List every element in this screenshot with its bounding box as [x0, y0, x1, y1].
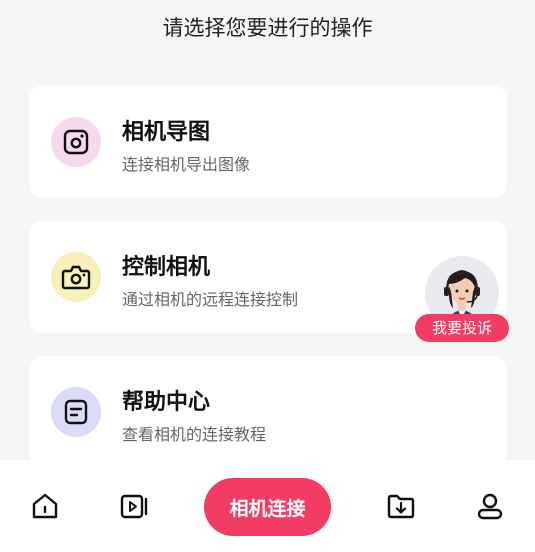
card-help-center[interactable]: 帮助中心 查看相机的连接教程: [30, 356, 506, 468]
card-subtitle: 通过相机的远程连接控制: [122, 290, 299, 309]
document-icon: [51, 387, 101, 437]
camera-icon: [51, 252, 101, 302]
home-icon[interactable]: [29, 490, 61, 522]
card-subtitle: 连接相机导出图像: [122, 155, 251, 174]
complaint-button[interactable]: 我要投诉: [415, 256, 509, 342]
card-subtitle: 查看相机的连接教程: [122, 425, 267, 444]
card-camera-export[interactable]: 相机导图 连接相机导出图像: [30, 86, 506, 198]
video-icon[interactable]: [118, 490, 150, 522]
complaint-label: 我要投诉: [415, 314, 509, 342]
folder-download-icon[interactable]: [385, 490, 417, 522]
page-prompt: 请选择您要进行的操作: [162, 16, 373, 40]
card-title: 相机导图: [122, 120, 211, 145]
card-title: 控制相机: [122, 255, 211, 280]
photo-frame-icon: [51, 117, 101, 167]
camera-connect-button[interactable]: 相机连接: [204, 478, 331, 536]
profile-icon[interactable]: [474, 490, 506, 522]
card-title: 帮助中心: [122, 390, 211, 415]
bottom-tab-bar: 相机连接: [0, 460, 535, 552]
